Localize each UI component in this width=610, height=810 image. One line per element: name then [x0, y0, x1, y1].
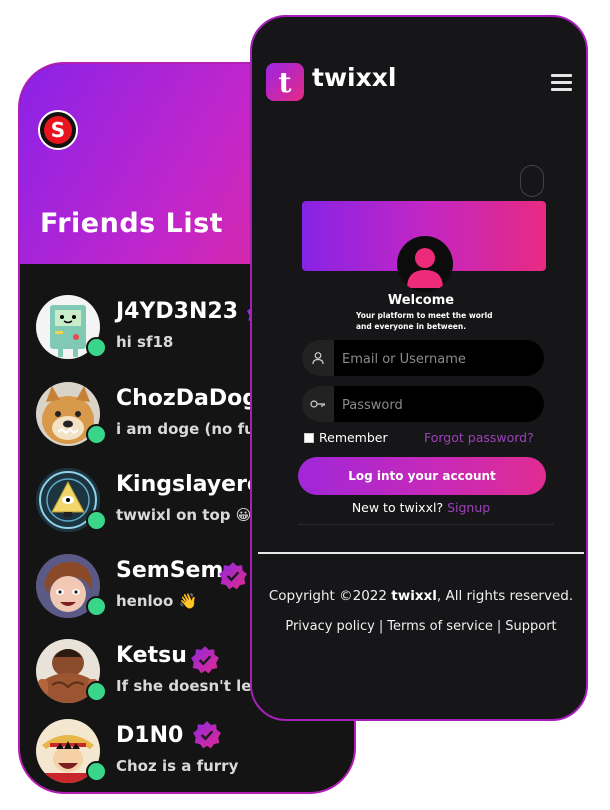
online-status-indicator	[86, 337, 107, 358]
welcome-heading: Welcome	[387, 293, 455, 308]
verified-badge-icon	[190, 645, 219, 674]
new-user-text: New to twixxl?	[351, 500, 444, 515]
key-icon	[302, 386, 334, 422]
login-screen: t twixxl Welcome Your platform to meet t…	[250, 15, 588, 721]
verified-badge-icon	[192, 720, 221, 749]
terms-of-service-link[interactable]: Terms of service	[387, 619, 493, 634]
signup-link[interactable]: Signup	[447, 500, 490, 515]
copyright-suffix: , All rights reserved.	[436, 588, 574, 604]
friend-name: J4YD3N23	[116, 299, 239, 324]
friend-name: Ketsu	[116, 643, 187, 668]
online-status-indicator	[86, 596, 107, 617]
friend-name: D1N0	[116, 723, 184, 748]
footer-divider	[258, 552, 584, 554]
menu-icon[interactable]	[551, 74, 572, 91]
online-status-indicator	[86, 681, 107, 702]
online-status-indicator	[86, 424, 107, 445]
friend-status-message: twwixl on top 😀	[116, 506, 252, 524]
theme-toggle[interactable]	[520, 165, 544, 197]
copyright-prefix: Copyright ©2022	[268, 588, 387, 604]
default-avatar-icon	[397, 236, 453, 292]
online-status-indicator	[86, 510, 107, 531]
form-divider	[298, 524, 554, 525]
signup-prompt: New to twixxl? Signup	[252, 500, 586, 515]
privacy-policy-link[interactable]: Privacy policy	[285, 619, 374, 634]
logo-letter: t	[278, 65, 292, 99]
user-icon	[302, 340, 334, 376]
remember-me[interactable]: Remember	[304, 430, 388, 445]
verified-badge-icon	[218, 561, 247, 590]
login-button[interactable]: Log into your account	[298, 457, 546, 495]
app-logo-icon[interactable]: S	[38, 110, 78, 150]
footer-links: Privacy policy | Terms of service | Support	[252, 619, 586, 634]
username-input[interactable]	[340, 340, 540, 378]
remember-label: Remember	[319, 430, 388, 445]
copyright-brand: twixxl	[391, 588, 437, 604]
friend-status-message: hi sf18	[116, 333, 174, 351]
password-input[interactable]	[340, 386, 540, 424]
friend-status-message: i am doge (no fur	[116, 420, 263, 438]
copyright-text: Copyright ©2022 twixxl, All rights reser…	[252, 588, 586, 604]
friend-status-message: Choz is a furry	[116, 757, 239, 775]
friend-status-message: henloo 👋	[116, 592, 198, 610]
online-status-indicator	[86, 761, 107, 782]
support-link[interactable]: Support	[505, 619, 556, 634]
brand-name: twixxl	[312, 63, 397, 92]
link-separator: |	[496, 619, 502, 634]
forgot-password-link[interactable]: Forgot password?	[424, 430, 534, 445]
password-field[interactable]	[302, 386, 544, 424]
link-separator: |	[378, 619, 384, 634]
remember-checkbox[interactable]	[304, 432, 314, 443]
friend-name: ChozDaDog	[116, 386, 258, 411]
s-logo-mark: S	[44, 116, 72, 144]
username-field[interactable]	[302, 340, 544, 378]
welcome-tagline: Your platform to meet the world and ever…	[356, 311, 493, 331]
friends-list-title: Friends List	[40, 208, 224, 239]
friend-name: SemSem	[116, 558, 224, 583]
twixxl-logo-icon[interactable]: t	[266, 63, 304, 101]
friend-name: Kingslayere	[116, 472, 262, 497]
